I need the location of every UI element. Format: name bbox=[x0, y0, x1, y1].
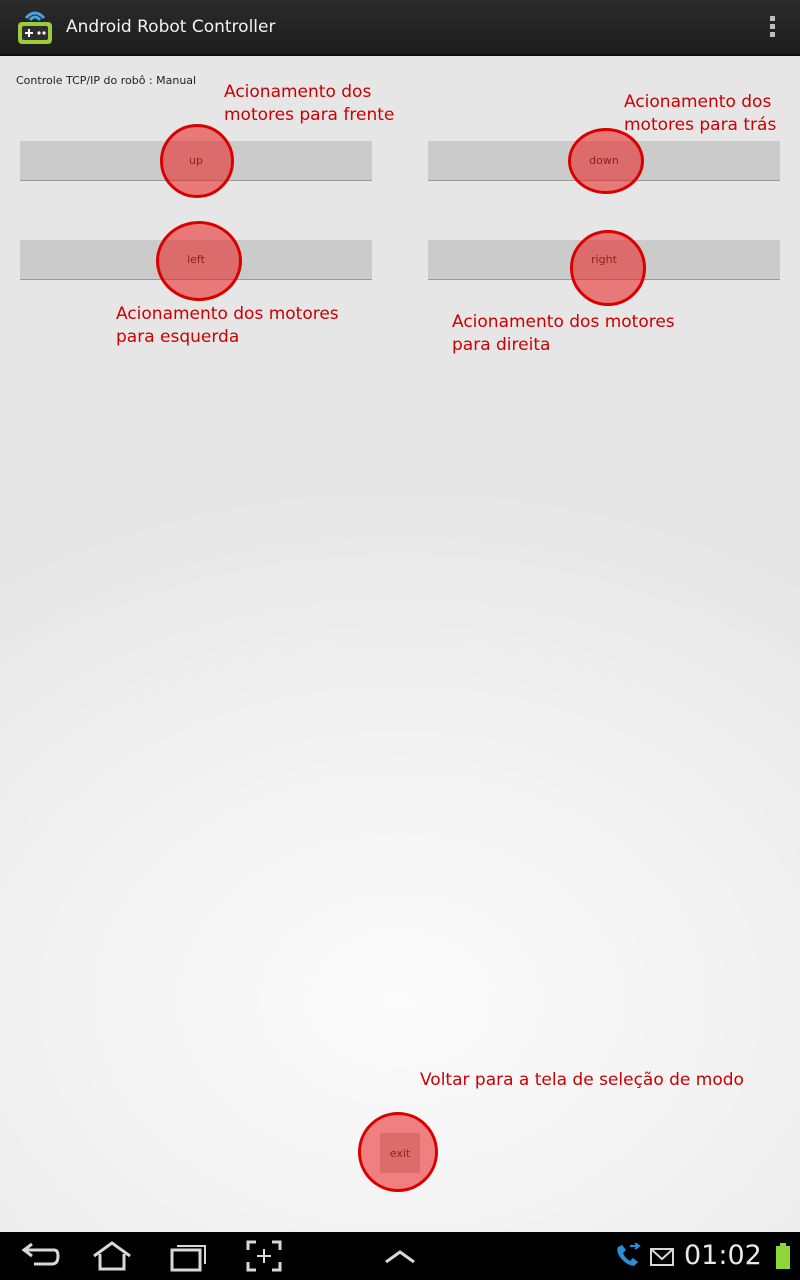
annotation-right-line-2: para direita bbox=[452, 335, 551, 355]
annotation-up-line-2: motores para frente bbox=[224, 105, 395, 125]
annotation-right: Acionamento dos motores para direita bbox=[452, 311, 675, 357]
system-navigation-bar bbox=[0, 1232, 800, 1280]
overflow-menu-icon[interactable] bbox=[766, 16, 778, 42]
mode-label: Controle TCP/IP do robô : Manual bbox=[16, 74, 197, 87]
status-clock: 01:02 bbox=[684, 1240, 762, 1271]
annotation-down: Acionamento dos motores para trás bbox=[624, 91, 776, 137]
robot-controller-icon[interactable] bbox=[14, 8, 56, 48]
up-button[interactable]: up bbox=[20, 141, 372, 181]
right-button[interactable]: right bbox=[428, 240, 780, 280]
annotation-exit: Voltar para a tela de seleção de modo bbox=[420, 1069, 744, 1092]
annotation-up: Acionamento dos motores para frente bbox=[224, 81, 394, 127]
home-icon[interactable] bbox=[90, 1240, 134, 1272]
mail-icon bbox=[650, 1248, 674, 1266]
annotation-left: Acionamento dos motores para esquerda bbox=[116, 303, 339, 349]
annotation-right-line-1: Acionamento dos motores bbox=[452, 312, 675, 332]
down-button[interactable]: down bbox=[428, 141, 780, 181]
annotation-down-line-2: motores para trás bbox=[624, 115, 777, 135]
battery-icon bbox=[776, 1243, 790, 1269]
exit-button[interactable]: exit bbox=[380, 1133, 420, 1173]
chevron-up-icon[interactable] bbox=[382, 1240, 418, 1272]
back-icon[interactable] bbox=[20, 1240, 60, 1272]
annotation-up-line-1: Acionamento dos bbox=[224, 82, 372, 102]
annotation-down-line-1: Acionamento dos bbox=[624, 92, 772, 112]
annotation-exit-line-1: Voltar para a tela de seleção de modo bbox=[420, 1070, 744, 1090]
annotation-left-line-2: para esquerda bbox=[116, 327, 240, 347]
screenshot-icon[interactable] bbox=[246, 1240, 282, 1272]
call-forward-icon bbox=[617, 1243, 641, 1266]
action-bar: Android Robot Controller bbox=[0, 0, 800, 56]
left-button[interactable]: left bbox=[20, 240, 372, 280]
recent-apps-icon[interactable] bbox=[168, 1240, 208, 1272]
app-title: Android Robot Controller bbox=[66, 17, 276, 37]
annotation-left-line-1: Acionamento dos motores bbox=[116, 304, 339, 324]
